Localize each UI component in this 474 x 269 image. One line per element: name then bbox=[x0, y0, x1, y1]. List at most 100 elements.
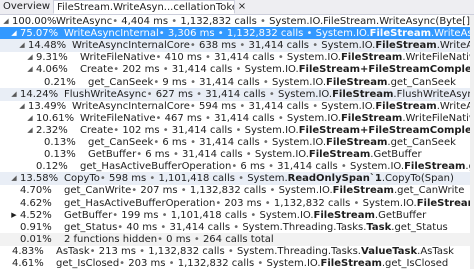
signature-namespace: System.Threading.Tasks. bbox=[236, 245, 361, 257]
percent-value: 4.06% bbox=[36, 64, 68, 76]
signature-namespace: System.IO. bbox=[271, 137, 327, 148]
call-count: 31,414 calls bbox=[248, 40, 310, 52]
time-value: 207 ms bbox=[140, 185, 178, 197]
row-details: • 199 ms • 1,101,418 calls • System.IO.F… bbox=[112, 209, 426, 222]
function-name: GetBuffer bbox=[64, 209, 113, 221]
row-details: • 203 ms • 1,132,832 calls • System.IO.F… bbox=[215, 197, 474, 210]
signature-member: .WriteFileNative(SafeFileHandle bbox=[402, 52, 474, 64]
expand-toggle-icon[interactable]: ◢ bbox=[26, 63, 34, 76]
signature-type: FileStream+FileStreamCompletionSource bbox=[298, 64, 474, 76]
tree-row[interactable]: ◢ 13.58% CopyTo • 598 ms • 1,101,418 calls… bbox=[0, 172, 474, 186]
tree-row[interactable]: ◢ 75.07% WriteAsyncInternal • 3,306 ms • 1… bbox=[0, 27, 474, 41]
tree-row[interactable]: ◢ 4.06% Create • 202 ms • 31,414 calls • S… bbox=[0, 63, 474, 76]
function-name: get_Status bbox=[64, 221, 118, 233]
expand-toggle-icon[interactable]: ◢ bbox=[26, 112, 34, 125]
tree-row[interactable]: 0.21% get_CanSeek • 9 ms • 31,414 calls •… bbox=[0, 76, 474, 89]
tab-overview[interactable]: Overview bbox=[0, 0, 52, 14]
separator: • bbox=[232, 64, 245, 76]
expand-toggle-icon[interactable]: ◢ bbox=[26, 51, 34, 64]
percent-value: 0.01% bbox=[20, 233, 52, 245]
tree-row[interactable]: 0.13% GetBuffer • 6 ms • 31,414 calls • S… bbox=[0, 148, 474, 161]
signature-namespace: System.Threading.Tasks. bbox=[242, 221, 367, 233]
signature-namespace: System.IO. bbox=[362, 197, 417, 209]
separator: • bbox=[190, 233, 203, 245]
separator: • bbox=[155, 112, 165, 124]
tree-row[interactable]: 4.83% AsTask • 213 ms • 1,132,832 calls •… bbox=[0, 245, 474, 258]
separator: • bbox=[112, 16, 122, 27]
tree-row[interactable]: ◢ 9.31% WriteFileNative • 410 ms • 31,414 … bbox=[0, 51, 474, 64]
percent-value: 13.58% bbox=[20, 173, 59, 185]
separator: • bbox=[146, 173, 159, 185]
row-details: • 0 ms • 264 calls total bbox=[157, 233, 274, 246]
close-icon[interactable]: × bbox=[236, 0, 248, 14]
tree-row[interactable]: 0.13% get_CanSeek • 6 ms • 31,414 calls •… bbox=[0, 136, 474, 149]
tree-row[interactable]: ◢ 14.48% WriteAsyncInternalCore • 638 ms •… bbox=[0, 39, 474, 53]
tree-row[interactable]: ◢ 10.61% WriteFileNative • 467 ms • 31,414… bbox=[0, 112, 474, 125]
signature-type: ValueTask bbox=[361, 245, 418, 257]
time-value: 638 ms bbox=[198, 40, 237, 52]
expand-toggle-icon[interactable]: ◢ bbox=[2, 15, 10, 28]
signature-member: .get_Status bbox=[391, 221, 448, 233]
separator: • bbox=[350, 197, 363, 209]
separator: • bbox=[266, 185, 279, 197]
function-name: FlushWriteAsync bbox=[64, 88, 147, 100]
time-value: 9 ms bbox=[162, 76, 187, 88]
separator: • bbox=[157, 233, 167, 245]
tree-row[interactable]: 4.62% get_HasActiveBufferOperation • 203 … bbox=[0, 197, 474, 210]
vertical-scrollbar[interactable] bbox=[470, 15, 474, 269]
signature-type: Task bbox=[366, 221, 392, 233]
tree-row[interactable]: ◢ 100.00% WriteAsync • 4,404 ms • 1,132,83… bbox=[0, 15, 474, 28]
separator: • bbox=[309, 40, 322, 52]
tab-filestream-writeasync[interactable]: FileStream.WriteAsyn...cellationToken) bbox=[53, 0, 235, 14]
time-value: 40 ms bbox=[126, 221, 158, 233]
tree-row[interactable]: ▶ 4.52% GetBuffer • 199 ms • 1,101,418 cal… bbox=[0, 209, 474, 222]
function-name: get_HasActiveBufferOperation bbox=[64, 197, 216, 209]
expand-toggle-icon[interactable]: ◢ bbox=[10, 88, 18, 101]
signature-namespace: System.IO. bbox=[244, 64, 299, 76]
expand-toggle-icon[interactable]: ◢ bbox=[10, 172, 18, 185]
percent-value: 0.12% bbox=[36, 161, 68, 173]
tree-row[interactable]: 4.61% get_IsClosed • 203 ms • 1,132,832 c… bbox=[0, 257, 474, 269]
signature-namespace: System.IO. bbox=[286, 52, 341, 64]
tree-row[interactable]: ◢ 13.49% WriteAsyncInternalCore • 594 ms •… bbox=[0, 100, 474, 113]
expand-toggle-icon[interactable]: ◢ bbox=[10, 27, 18, 40]
separator: • bbox=[256, 16, 270, 27]
expand-toggle-icon[interactable]: ◢ bbox=[18, 100, 26, 113]
percent-value: 75.07% bbox=[20, 28, 59, 40]
signature-type: FileStream bbox=[404, 161, 466, 173]
signature-namespace: System.IO.FileStream.WriteAsync(Byte[], … bbox=[269, 16, 474, 27]
signature-member: .get_IsClosed bbox=[381, 258, 449, 269]
separator: • bbox=[146, 88, 156, 100]
signature-namespace: System.IO. bbox=[266, 258, 321, 269]
separator: • bbox=[234, 173, 248, 185]
expand-toggle-icon[interactable]: ◢ bbox=[26, 124, 34, 137]
tree-row[interactable]: 0.12% get_HasActiveBufferOperation • 6 ms… bbox=[0, 160, 474, 173]
tree-row[interactable]: ◢ 14.24% FlushWriteAsync • 627 ms • 31,414… bbox=[0, 87, 474, 101]
signature-namespace: System.IO. bbox=[278, 185, 333, 197]
row-details: • 410 ms • 31,414 calls • System.IO.File… bbox=[156, 51, 474, 64]
time-value: 202 ms bbox=[122, 64, 160, 76]
separator: • bbox=[232, 124, 245, 136]
separator: • bbox=[131, 185, 141, 197]
call-count: 31,414 calls bbox=[248, 100, 310, 112]
call-tree[interactable]: ◢ 100.00% WriteAsync • 4,404 ms • 1,132,83… bbox=[0, 15, 474, 269]
tree-row[interactable]: ◢ 2.32% Create • 102 ms • 31,414 calls • S… bbox=[0, 124, 474, 137]
signature-type: FileStream bbox=[375, 40, 437, 52]
signature-member: .get_CanWrite bbox=[393, 185, 465, 197]
tree-row[interactable]: 0.01% 2 functions hidden • 0 ms • 264 cal… bbox=[0, 232, 474, 246]
call-count: 31,414 calls bbox=[199, 76, 260, 88]
function-name: WriteFileNative bbox=[80, 52, 156, 64]
tree-row[interactable]: 4.70% get_CanWrite • 207 ms • 1,132,832 c… bbox=[0, 184, 474, 197]
collapse-toggle-icon[interactable]: ▶ bbox=[10, 209, 18, 222]
tree-row[interactable]: 0.91% get_Status • 40 ms • 31,414 calls •… bbox=[0, 221, 474, 234]
expand-toggle-icon[interactable]: ◢ bbox=[18, 39, 26, 52]
row-details: • 213 ms • 1,132,832 calls • System.Thre… bbox=[90, 245, 454, 258]
time-value: 598 ms bbox=[108, 173, 147, 185]
function-name: Create bbox=[80, 64, 114, 76]
percent-value: 4.61% bbox=[12, 258, 44, 269]
separator: • bbox=[112, 209, 122, 221]
percent-value: 14.48% bbox=[28, 40, 67, 52]
separator: • bbox=[158, 28, 168, 40]
